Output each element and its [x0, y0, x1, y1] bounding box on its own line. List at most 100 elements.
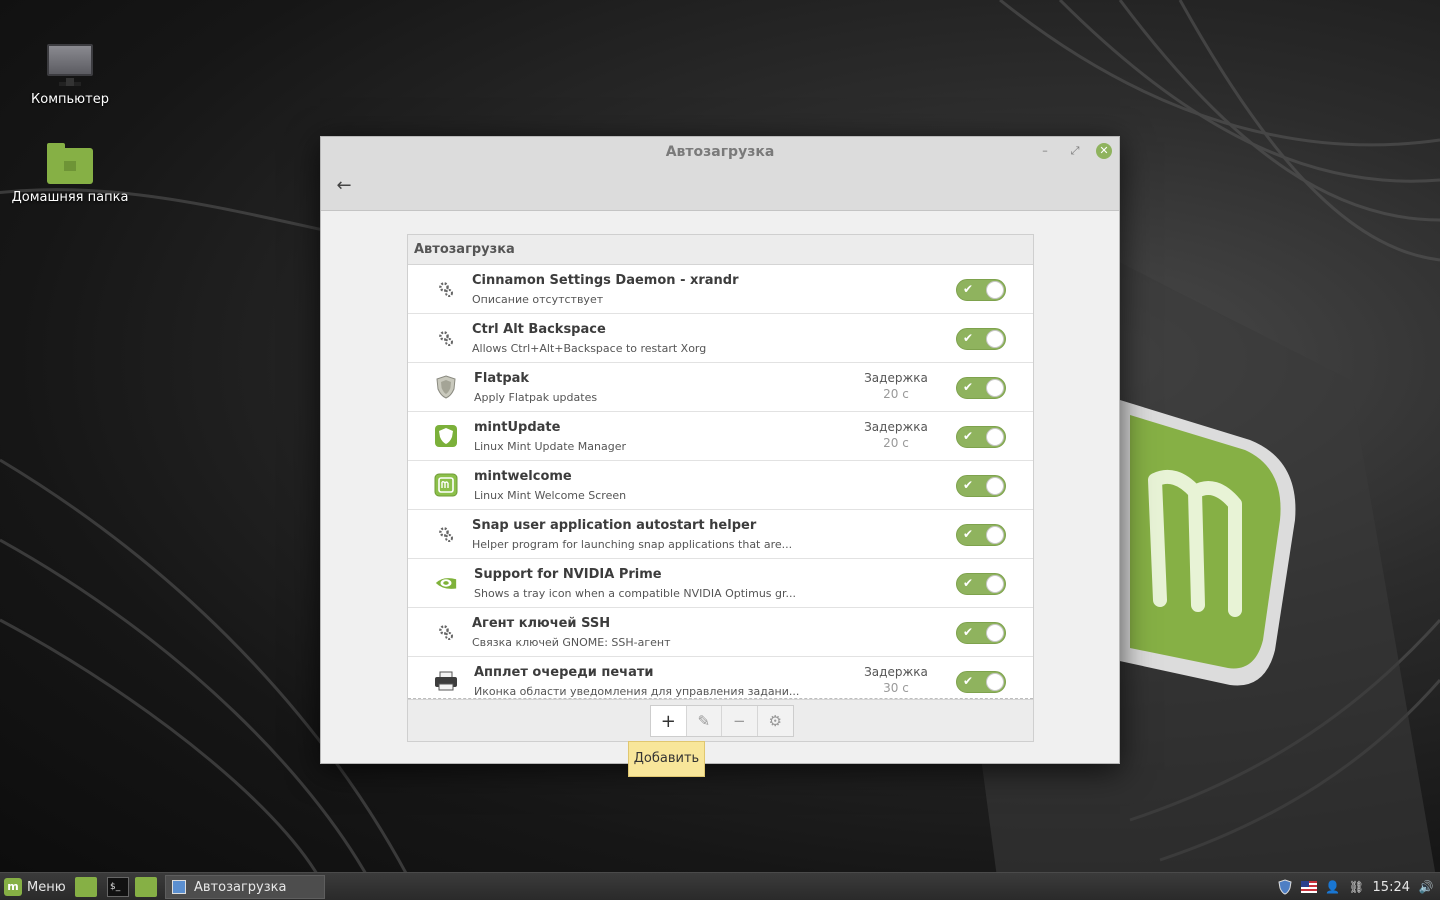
desktop-icon-label: Домашняя папка: [11, 190, 129, 205]
run-gears-icon[interactable]: ⚙: [758, 706, 793, 736]
list-item[interactable]: Агент ключей SSH Связка ключей GNOME: SS…: [408, 608, 1033, 657]
terminal-icon[interactable]: $_: [107, 877, 129, 897]
gear-icon: [434, 277, 458, 301]
enable-toggle[interactable]: ✔: [956, 377, 1006, 399]
checkmark-icon: ✔: [963, 576, 974, 590]
checkmark-icon: ✔: [963, 674, 974, 688]
toggle-knob: [986, 477, 1004, 495]
checkmark-icon: ✔: [963, 478, 974, 492]
list-item[interactable]: mintUpdate Linux Mint Update Manager Зад…: [408, 412, 1033, 461]
startup-apps-icon: [172, 880, 186, 894]
enable-toggle[interactable]: ✔: [956, 573, 1006, 595]
desktop-icon-computer[interactable]: Компьютер: [10, 44, 130, 107]
checkmark-icon: ✔: [963, 282, 974, 296]
delay-info: Задержка 30 с: [858, 665, 934, 695]
checkmark-icon: ✔: [963, 331, 974, 345]
enable-toggle[interactable]: ✔: [956, 279, 1006, 301]
item-description: Иконка области уведомления для управлени…: [474, 685, 800, 698]
item-title: Snap user application autostart helper: [472, 518, 757, 533]
item-title: Support for NVIDIA Prime: [474, 567, 662, 582]
network-icon[interactable]: ⛓: [1349, 880, 1365, 894]
computer-icon: [47, 44, 93, 86]
toggle-knob: [986, 281, 1004, 299]
toggle-knob: [986, 575, 1004, 593]
shield-update-icon[interactable]: [1277, 879, 1293, 895]
nvidia-icon: [434, 571, 458, 595]
list-item[interactable]: Snap user application autostart helper H…: [408, 510, 1033, 559]
menu-button[interactable]: m Меню: [4, 877, 66, 897]
window-title: Автозагрузка: [665, 144, 775, 160]
enable-toggle[interactable]: ✔: [956, 622, 1006, 644]
enable-toggle[interactable]: ✔: [956, 671, 1006, 693]
list-toolbar: + ✎ − ⚙: [408, 699, 1033, 741]
show-desktop-icon[interactable]: [75, 877, 97, 897]
user-icon[interactable]: 👤: [1325, 880, 1341, 894]
delay-value: 30 с: [883, 681, 909, 695]
gear-icon: [434, 522, 458, 546]
startup-list[interactable]: Cinnamon Settings Daemon - xrandr Описан…: [408, 265, 1033, 699]
delay-label: Задержка: [864, 665, 928, 679]
list-item[interactable]: Апплет очереди печати Иконка области уве…: [408, 657, 1033, 698]
item-description: Allows Ctrl+Alt+Backspace to restart Xor…: [472, 342, 707, 355]
list-item[interactable]: Flatpak Apply Flatpak updates Задержка 2…: [408, 363, 1033, 412]
item-description: Связка ключей GNOME: SSH-агент: [472, 636, 671, 649]
toggle-knob: [986, 673, 1004, 691]
enable-toggle[interactable]: ✔: [956, 524, 1006, 546]
checkmark-icon: ✔: [963, 625, 974, 639]
item-title: Апплет очереди печати: [474, 665, 654, 680]
maximize-button[interactable]: ⤢: [1067, 143, 1083, 159]
system-tray: 👤 ⛓ 15:24 🔊: [1277, 877, 1434, 897]
toggle-knob: [986, 624, 1004, 642]
list-item[interactable]: Cinnamon Settings Daemon - xrandr Описан…: [408, 265, 1033, 314]
taskbar-window-button[interactable]: Автозагрузка: [165, 875, 325, 899]
panel-header: Автозагрузка: [408, 235, 1033, 265]
clock[interactable]: 15:24: [1373, 880, 1410, 895]
back-arrow-icon[interactable]: ←: [333, 175, 355, 197]
delay-value: 20 с: [883, 387, 909, 401]
files-folder-icon[interactable]: [135, 877, 157, 897]
mint-wallpaper-logo: [1115, 400, 1296, 686]
enable-toggle[interactable]: ✔: [956, 475, 1006, 497]
shield-icon: [434, 375, 458, 399]
taskbar: m Меню $_ Автозагрузка 👤 ⛓ 15:24 🔊: [0, 872, 1440, 900]
delay-value: 20 с: [883, 436, 909, 450]
item-title: mintwelcome: [474, 469, 572, 484]
list-item[interactable]: mintwelcome Linux Mint Welcome Screen ✔: [408, 461, 1033, 510]
close-button[interactable]: ✕: [1096, 143, 1112, 159]
item-description: Linux Mint Welcome Screen: [474, 489, 627, 502]
item-title: Cinnamon Settings Daemon - xrandr: [472, 273, 739, 288]
item-title: mintUpdate: [474, 420, 561, 435]
printer-icon: [434, 669, 458, 693]
delay-label: Задержка: [864, 420, 928, 434]
item-description: Apply Flatpak updates: [474, 391, 598, 404]
volume-icon[interactable]: 🔊: [1418, 880, 1434, 894]
remove-minus-icon[interactable]: −: [722, 706, 758, 736]
toggle-knob: [986, 428, 1004, 446]
add-button[interactable]: +: [651, 706, 687, 736]
delay-info: Задержка 20 с: [858, 371, 934, 401]
startup-panel: Автозагрузка Cinnamon Settings Daemon - …: [407, 234, 1034, 742]
delay-label: Задержка: [864, 371, 928, 385]
gear-icon: [434, 620, 458, 644]
mint-logo-icon: [434, 473, 458, 497]
item-title: Ctrl Alt Backspace: [472, 322, 606, 337]
item-title: Агент ключей SSH: [472, 616, 611, 631]
titlebar: Автозагрузка – ⤢ ✕ ←: [321, 137, 1119, 211]
folder-icon: [47, 143, 93, 184]
checkmark-icon: ✔: [963, 429, 974, 443]
toggle-knob: [986, 379, 1004, 397]
edit-pencil-icon[interactable]: ✎: [687, 706, 722, 736]
item-description: Shows a tray icon when a compatible NVID…: [474, 587, 797, 600]
enable-toggle[interactable]: ✔: [956, 328, 1006, 350]
list-item[interactable]: Support for NVIDIA Prime Shows a tray ic…: [408, 559, 1033, 608]
desktop-icon-home-folder[interactable]: Домашняя папка: [10, 143, 130, 205]
gear-icon: [434, 326, 458, 350]
minimize-button[interactable]: –: [1037, 143, 1053, 159]
keyboard-layout-flag-icon[interactable]: [1300, 880, 1317, 894]
list-item[interactable]: Ctrl Alt Backspace Allows Ctrl+Alt+Backs…: [408, 314, 1033, 363]
enable-toggle[interactable]: ✔: [956, 426, 1006, 448]
menu-label: Меню: [27, 879, 66, 895]
toggle-knob: [986, 526, 1004, 544]
item-title: Flatpak: [474, 371, 530, 386]
item-description: Linux Mint Update Manager: [474, 440, 627, 453]
